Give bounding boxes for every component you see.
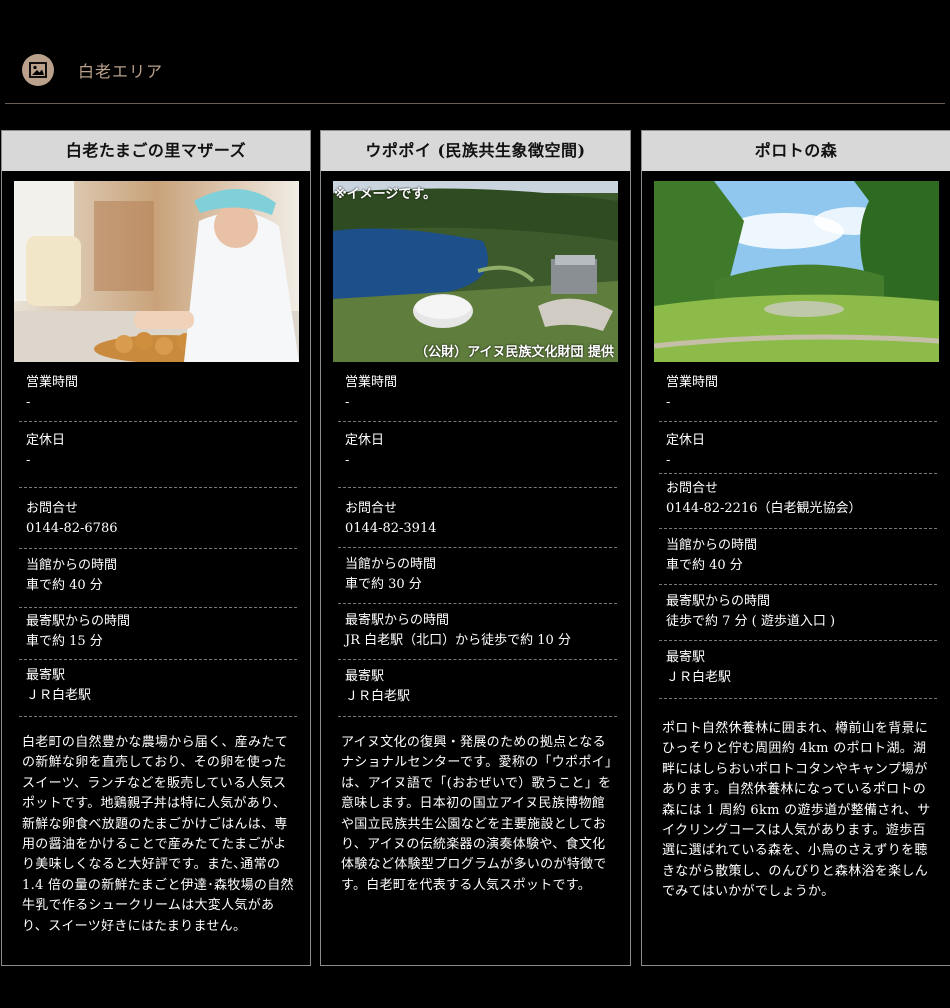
info-label: 当館からの時間 — [666, 538, 758, 553]
info-label: 営業時間 — [26, 375, 79, 390]
info-value: 車で約 40 分 — [26, 578, 103, 593]
info-value: 車で約 40 分 — [666, 558, 743, 573]
info-label: 営業時間 — [666, 375, 719, 390]
info-label: 当館からの時間 — [26, 558, 118, 573]
section-title: 白老エリア — [78, 62, 164, 81]
image-icon — [22, 54, 54, 86]
info-list: 営業時間 - 定休日 - お問合せ 0144-82-6786 当館からの時間 車… — [19, 363, 297, 717]
info-value: 0144-82-3914 — [345, 521, 437, 536]
info-value: ＪＲ白老駅 — [26, 688, 92, 703]
spot-photo-tamago — [14, 181, 299, 362]
spot-photo-upopoy: ※イメージです。 （公財）アイヌ民族文化財団 提供 — [333, 181, 618, 362]
info-row-closed: 定休日 - — [659, 422, 937, 474]
info-row-station: 最寄駅 ＪＲ白老駅 — [338, 660, 617, 717]
info-value: - — [26, 395, 31, 410]
info-value: 0144-82-2216（白老観光協会） — [666, 501, 862, 516]
info-value: - — [345, 395, 350, 410]
card-title: ポロトの森 — [642, 131, 950, 171]
info-value: - — [666, 395, 671, 410]
info-row-hotel-time: 当館からの時間 車で約 40 分 — [659, 529, 937, 585]
info-label: 最寄駅 — [345, 669, 385, 684]
spot-description: アイヌ文化の復興・発展のための拠点となるナショナルセンターです。愛称の「ウポポイ… — [341, 735, 612, 893]
info-label: 当館からの時間 — [345, 557, 437, 572]
info-row-station-time: 最寄駅からの時間 徒歩で約 7 分 ( 遊歩道入口 ) — [659, 585, 937, 641]
info-value: - — [666, 453, 671, 468]
info-value: 徒歩で約 7 分 ( 遊歩道入口 ) — [666, 614, 836, 629]
info-row-station-time: 最寄駅からの時間 JR 白老駅（北口）から徒歩で約 10 分 — [338, 604, 617, 660]
spot-description: 白老町の自然豊かな農場から届く、産みたての新鮮な卵を直売しており、その卵を使った… — [22, 735, 294, 934]
info-label: お問合せ — [26, 501, 79, 516]
info-value: 車で約 30 分 — [345, 577, 422, 592]
info-row-hours: 営業時間 - — [19, 363, 297, 422]
info-row-hotel-time: 当館からの時間 車で約 40 分 — [19, 549, 297, 608]
info-label: 最寄駅からの時間 — [26, 614, 131, 629]
info-value: JR 白老駅（北口）から徒歩で約 10 分 — [345, 633, 571, 648]
info-label: 営業時間 — [345, 375, 398, 390]
info-row-hours: 営業時間 - — [659, 363, 937, 422]
info-value: ＪＲ白老駅 — [666, 670, 732, 685]
info-label: お問合せ — [345, 501, 398, 516]
card-title: ウポポイ (民族共生象徴空間) — [321, 131, 630, 171]
info-label: 定休日 — [26, 433, 66, 448]
spot-photo-poroto — [654, 181, 939, 362]
info-label: お問合せ — [666, 481, 719, 496]
info-row-contact: お問合せ 0144-82-3914 — [338, 488, 617, 548]
info-row-contact: お問合せ 0144-82-2216（白老観光協会） — [659, 474, 937, 529]
info-row-station: 最寄駅 ＪＲ白老駅 — [19, 660, 297, 717]
info-label: 最寄駅からの時間 — [345, 613, 450, 628]
info-label: 最寄駅 — [666, 650, 706, 665]
photo-caption-image: ※イメージです。 — [334, 187, 437, 202]
info-row-station: 最寄駅 ＪＲ白老駅 — [659, 641, 937, 699]
info-value: 車で約 15 分 — [26, 634, 103, 649]
info-value: - — [345, 453, 350, 468]
section-header: 白老エリア — [0, 0, 950, 106]
info-value: - — [26, 453, 31, 468]
info-row-closed: 定休日 - — [338, 422, 617, 488]
photo-credit: （公財）アイヌ民族文化財団 提供 — [415, 345, 614, 360]
spot-card-upopoy: ウポポイ (民族共生象徴空間) ※イメージです。 （公財）アイヌ民族文化財団 提… — [320, 130, 631, 966]
info-row-closed: 定休日 - — [19, 422, 297, 488]
info-label: 定休日 — [666, 433, 706, 448]
spot-card-poroto: ポロトの森 営業時間 - 定休日 - お問合せ 0144-82-2216（白老観… — [641, 130, 950, 966]
spot-card-tamago: 白老たまごの里マザーズ 営業時間 - 定休日 - お問合せ 0144-82-67… — [1, 130, 311, 966]
info-list: 営業時間 - 定休日 - お問合せ 0144-82-2216（白老観光協会） 当… — [659, 363, 937, 699]
info-row-station-time: 最寄駅からの時間 車で約 15 分 — [19, 608, 297, 660]
info-label: 最寄駅 — [26, 668, 66, 683]
info-label: 定休日 — [345, 433, 385, 448]
header-divider — [5, 103, 945, 104]
info-label: 最寄駅からの時間 — [666, 594, 771, 609]
info-row-hotel-time: 当館からの時間 車で約 30 分 — [338, 548, 617, 604]
info-row-contact: お問合せ 0144-82-6786 — [19, 488, 297, 549]
info-value: 0144-82-6786 — [26, 521, 118, 536]
info-row-hours: 営業時間 - — [338, 363, 617, 422]
info-list: 営業時間 - 定休日 - お問合せ 0144-82-3914 当館からの時間 車… — [338, 363, 617, 717]
card-title: 白老たまごの里マザーズ — [2, 131, 310, 171]
info-value: ＪＲ白老駅 — [345, 689, 411, 704]
spot-description: ポロト自然休養林に囲まれ、樽前山を背景にひっそりと佇む周囲約 4km のポロト湖… — [662, 721, 931, 900]
